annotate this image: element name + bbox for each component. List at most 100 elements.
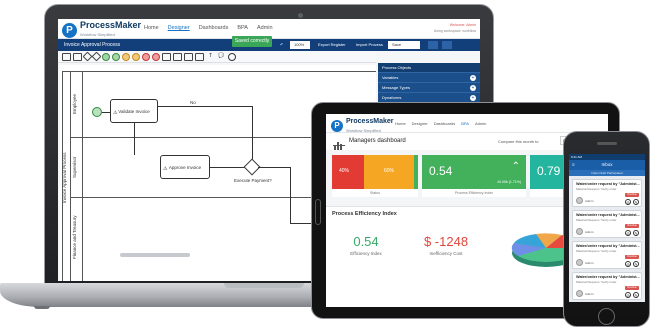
fullscreen-icon[interactable]: [442, 41, 452, 49]
panel-item-variables[interactable]: Variables +: [378, 73, 480, 83]
sequence-flow[interactable]: [102, 112, 110, 113]
lane-employee[interactable]: Employee: [72, 71, 80, 137]
edit-icon[interactable]: ✎: [633, 261, 639, 267]
phone-frame: 9:41 AM ≡ Inbox Inbox Draft Participated…: [563, 131, 650, 327]
user-info: Welcome: Admin Using workspace: workflow: [434, 22, 476, 34]
nav-admin[interactable]: Admin: [257, 25, 273, 31]
cancel-icon[interactable]: ⊘: [625, 230, 631, 236]
tablet-home-button: [315, 199, 321, 225]
data-object-tool-icon[interactable]: [162, 52, 171, 61]
save-button[interactable]: Save: [388, 41, 420, 49]
comment-tool-icon[interactable]: 💬: [217, 53, 226, 61]
laptop-foot: [34, 306, 50, 309]
nav-designer[interactable]: Designer: [168, 25, 190, 31]
nav-designer[interactable]: Designer: [412, 121, 428, 126]
status-tile-red[interactable]: 40%: [332, 155, 364, 189]
help-tool-icon[interactable]: [228, 52, 236, 61]
nav-admin[interactable]: Admin: [475, 121, 486, 126]
sequence-flow[interactable]: [210, 167, 246, 168]
task-validate-invoice[interactable]: ⚠ Validate Invoice: [110, 99, 158, 123]
efficiency-tile-value: 0.54: [429, 164, 453, 178]
menu-icon[interactable]: ≡: [572, 160, 575, 170]
import-button[interactable]: Import Process: [352, 41, 387, 49]
nav-dashboards[interactable]: Dashboards: [199, 25, 229, 31]
annotation-tool-icon[interactable]: [195, 52, 204, 61]
edit-icon[interactable]: ✎: [633, 199, 639, 205]
task-approve-invoice[interactable]: ⚠ Approve Invoice: [160, 155, 210, 179]
nav-home[interactable]: Home: [395, 121, 406, 126]
settings-icon[interactable]: [428, 41, 438, 49]
pool-tool-icon[interactable]: [62, 52, 71, 61]
add-icon[interactable]: +: [470, 85, 476, 91]
intermediate-event-tool-icon[interactable]: [122, 52, 130, 61]
zoom-select[interactable]: 100%: [290, 41, 310, 49]
phone-header: ≡ Inbox: [569, 160, 645, 170]
status-tile-orange[interactable]: 60%: [364, 155, 414, 189]
group-tool-icon[interactable]: [184, 52, 193, 61]
main-nav: Home Designer Dashboards BPA Admin: [144, 25, 273, 31]
horizontal-scrollbar[interactable]: [120, 253, 190, 257]
cancel-icon[interactable]: ⊘: [625, 199, 631, 205]
sequence-flow[interactable]: [134, 123, 135, 155]
nav-home[interactable]: Home: [144, 25, 159, 31]
nav-bpa[interactable]: BPA: [237, 25, 248, 31]
avatar: [576, 228, 583, 235]
overdue-badge: Overdue: [625, 224, 639, 228]
lane-supervisor[interactable]: Supervisor: [72, 137, 80, 197]
lane-tool-icon[interactable]: [73, 52, 82, 61]
inbox-case-card[interactable]: Water/order request by "Administ... Mate…: [572, 272, 642, 300]
phone-screen: 9:41 AM ≡ Inbox Inbox Draft Participated…: [569, 154, 645, 302]
inefficiency-cost-value: $ -1248: [423, 234, 469, 249]
start-event[interactable]: [92, 107, 102, 117]
timer-event-tool-icon[interactable]: [132, 52, 140, 61]
dashboard-title[interactable]: Managers dashboard: [349, 138, 406, 144]
avatar: [576, 290, 583, 297]
logo-icon: P: [331, 120, 343, 132]
add-icon[interactable]: +: [470, 95, 476, 101]
efficiency-index-value: 0.54: [353, 234, 379, 249]
phone-home-button: [598, 308, 615, 325]
sequence-flow[interactable]: [258, 167, 290, 168]
bar-chart-icon[interactable]: [333, 137, 345, 150]
panel-item-message-types[interactable]: Message Types +: [378, 83, 480, 93]
sequence-flow-no[interactable]: [158, 106, 252, 107]
bpmn-toolbar: T 💬: [58, 51, 376, 63]
inefficiency-cost-label: Inefficiency Cost: [429, 251, 463, 256]
inbox-case-card[interactable]: Water/order request by "Administ... Mate…: [572, 241, 642, 269]
nav-dashboards[interactable]: Dashboards: [434, 121, 456, 126]
inbox-case-card[interactable]: Water/order request by "Administ... Mate…: [572, 210, 642, 238]
phone-tabs[interactable]: Inbox Draft Participated: [569, 170, 645, 176]
undo-icon[interactable]: ↶: [276, 41, 287, 49]
inbox-case-card[interactable]: Water/order request by "Administ... Mate…: [572, 179, 642, 207]
edit-icon[interactable]: ✎: [633, 292, 639, 298]
logo-name: ProcessMaker: [346, 118, 394, 125]
efficiency-tile[interactable]: 0.54 ⌃ ±0.00b (1.71%): [422, 155, 526, 189]
start-event-tool-icon[interactable]: [102, 52, 110, 61]
logo-name: ProcessMaker: [80, 20, 142, 30]
edit-icon[interactable]: ✎: [633, 230, 639, 236]
sequence-flow[interactable]: [290, 167, 291, 223]
tablet-header: P ProcessMaker Workflow Simplified Home …: [326, 114, 608, 133]
add-icon[interactable]: +: [470, 75, 476, 81]
processmaker-logo[interactable]: P ProcessMaker Workflow Simplified: [62, 21, 141, 39]
nav-bpa[interactable]: BPA: [461, 121, 469, 126]
kpi-tiles: 40% 60% Status 0.54 ⌃ ±0.00b (1.71%) Pro…: [332, 155, 602, 197]
cancel-icon[interactable]: ⊘: [625, 261, 631, 267]
data-store-tool-icon[interactable]: [173, 52, 182, 61]
start-message-tool-icon[interactable]: [112, 52, 120, 61]
end-event-tool-icon[interactable]: [142, 52, 150, 61]
laptop-camera: [298, 13, 303, 18]
text-tool-icon[interactable]: T: [206, 53, 215, 61]
end-message-tool-icon[interactable]: [152, 52, 160, 61]
lane-finance[interactable]: Finance and Treasury: [72, 197, 80, 277]
efficiency-index-label: Efficiency Index: [350, 251, 382, 256]
avatar: [576, 259, 583, 266]
gateway-label: Execute Payment?: [234, 178, 272, 183]
sequence-flow[interactable]: [252, 106, 253, 164]
cancel-icon[interactable]: ⊘: [625, 292, 631, 298]
user-task-icon: ⚠: [163, 166, 168, 172]
gateway-parallel-tool-icon[interactable]: [91, 51, 102, 62]
logo-tagline: Workflow Simplified: [80, 32, 115, 37]
phone-speaker: [597, 142, 617, 145]
export-button[interactable]: Export Register: [314, 41, 350, 49]
